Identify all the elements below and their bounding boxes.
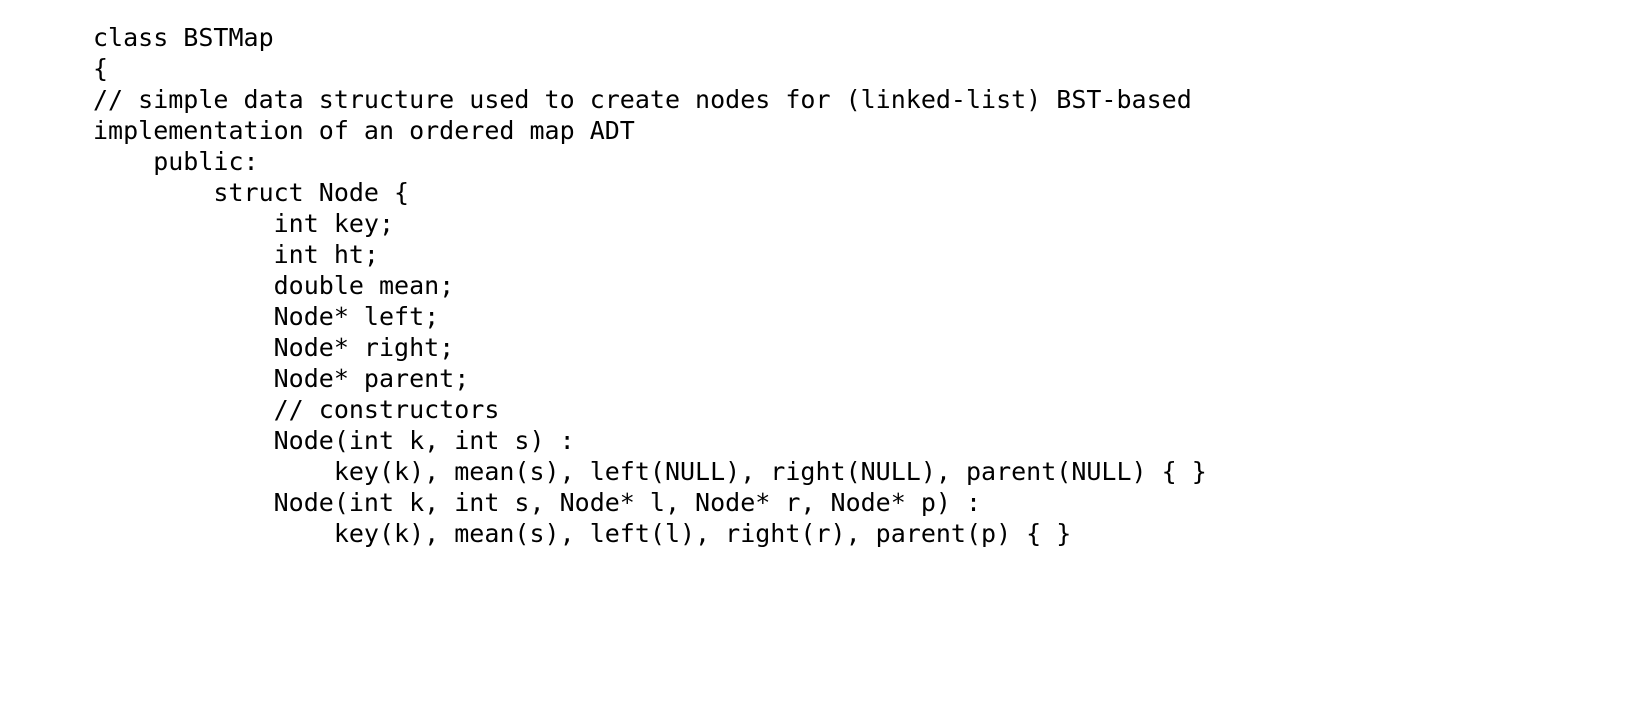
code-line: // constructors xyxy=(93,395,500,424)
code-line: key(k), mean(s), left(l), right(r), pare… xyxy=(93,519,1072,548)
code-listing: class BSTMap{// simple data structure us… xyxy=(93,22,1633,549)
code-line: Node* right; xyxy=(93,333,455,362)
code-line: Node(int k, int s) : xyxy=(93,426,575,455)
code-line: class BSTMap xyxy=(93,23,274,52)
code-line: public: xyxy=(93,147,259,176)
code-line: Node* parent; xyxy=(93,364,470,393)
code-line: implementation of an ordered map ADT xyxy=(93,116,635,145)
code-line: int key; xyxy=(93,209,395,238)
code-line: int ht; xyxy=(93,240,379,269)
code-line: key(k), mean(s), left(NULL), right(NULL)… xyxy=(93,457,1207,486)
code-line: double mean; xyxy=(93,271,455,300)
code-line: // simple data structure used to create … xyxy=(93,85,1192,114)
code-line: Node* left; xyxy=(93,302,440,331)
code-line: struct Node { xyxy=(93,178,410,207)
code-line: Node(int k, int s, Node* l, Node* r, Nod… xyxy=(93,488,982,517)
code-line: { xyxy=(93,54,109,83)
